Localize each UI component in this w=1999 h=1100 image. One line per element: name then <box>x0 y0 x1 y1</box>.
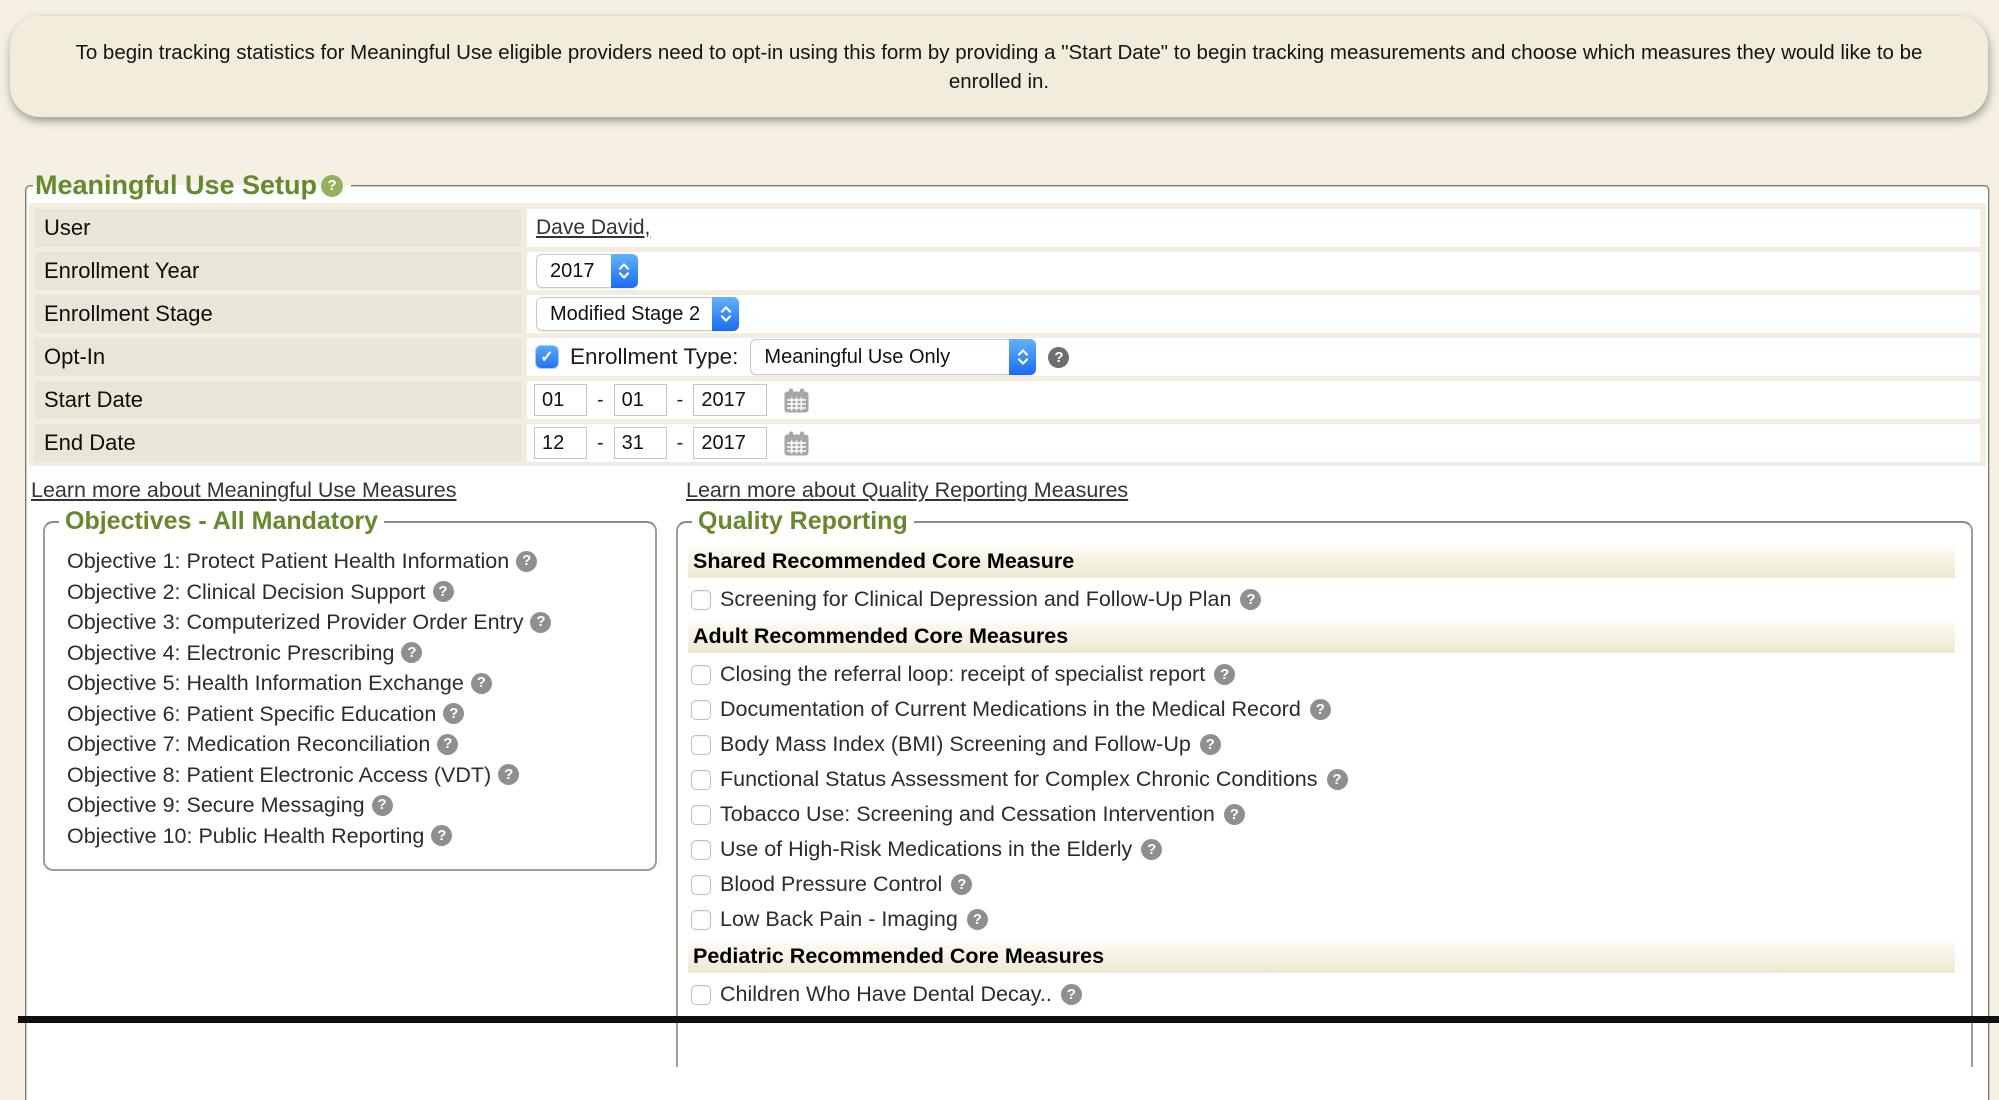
quality-group-header: Shared Recommended Core Measure <box>688 546 1955 578</box>
measure-help-icon[interactable] <box>1200 734 1221 755</box>
objective-item: Objective 8: Patient Electronic Access (… <box>67 760 645 791</box>
quality-measure-item: Screening for Clinical Depression and Fo… <box>691 586 1955 613</box>
objectives-legend: Objectives - All Mandatory <box>59 507 384 536</box>
quality-measure-item: Use of High-Risk Medications in the Elde… <box>691 836 1955 863</box>
objective-item: Objective 9: Secure Messaging <box>67 790 645 821</box>
enrollment-type-select[interactable]: Meaningful Use Only <box>750 339 1036 375</box>
measure-checkbox[interactable] <box>691 700 711 720</box>
row-end-date: End Date - - <box>35 424 1980 462</box>
objective-item: Objective 3: Computerized Provider Order… <box>67 607 645 638</box>
objective-help-icon[interactable] <box>471 673 492 694</box>
quality-measure-item: Functional Status Assessment for Complex… <box>691 766 1955 793</box>
measure-checkbox[interactable] <box>691 875 711 895</box>
quality-measure-item: Closing the referral loop: receipt of sp… <box>691 661 1955 688</box>
row-user: User Dave David, <box>35 209 1980 247</box>
meaningful-use-setup-section: Meaningful Use Setup User Dave David, En… <box>25 170 1990 1100</box>
end-month-input[interactable] <box>534 427 587 459</box>
quality-measure-item: Tobacco Use: Screening and Cessation Int… <box>691 801 1955 828</box>
quality-group-header: Adult Recommended Core Measures <box>688 621 1955 653</box>
section-help-icon[interactable] <box>321 175 343 197</box>
start-year-input[interactable] <box>693 384 767 416</box>
quality-measure-item: Children Who Have Dental Decay.. <box>691 981 1955 1008</box>
learn-more-qr-link[interactable]: Learn more about Quality Reporting Measu… <box>686 478 1128 502</box>
objective-help-icon[interactable] <box>433 581 454 602</box>
measure-checkbox[interactable] <box>691 985 711 1005</box>
objective-help-icon[interactable] <box>530 612 551 633</box>
measure-checkbox[interactable] <box>691 770 711 790</box>
quality-group-header: Pediatric Recommended Core Measures <box>688 941 1955 973</box>
objective-item: Objective 6: Patient Specific Education <box>67 699 645 730</box>
start-month-input[interactable] <box>534 384 587 416</box>
row-label: User <box>35 209 521 247</box>
objective-help-icon[interactable] <box>498 764 519 785</box>
calendar-icon[interactable] <box>783 430 810 457</box>
objective-help-icon[interactable] <box>401 642 422 663</box>
measure-checkbox[interactable] <box>691 805 711 825</box>
objective-help-icon[interactable] <box>516 551 537 572</box>
select-stepper-icon <box>1009 339 1036 375</box>
measure-checkbox[interactable] <box>691 590 711 610</box>
measure-help-icon[interactable] <box>1214 664 1235 685</box>
row-opt-in: Opt-In Enrollment Type: Meaningful Use O… <box>35 338 1980 376</box>
enrollment-stage-select[interactable]: Modified Stage 2 <box>536 297 739 331</box>
instruction-text: To begin tracking statistics for Meaning… <box>65 38 1933 96</box>
section-legend: Meaningful Use Setup <box>33 170 351 201</box>
calendar-icon[interactable] <box>783 387 810 414</box>
row-enrollment-year: Enrollment Year 2017 <box>35 252 1980 290</box>
learn-more-row: Learn more about Meaningful Use Measures… <box>29 478 1986 503</box>
objectives-section: Objectives - All Mandatory Objective 1: … <box>43 507 657 871</box>
objective-help-icon[interactable] <box>443 703 464 724</box>
objective-help-icon[interactable] <box>437 734 458 755</box>
measure-help-icon[interactable] <box>1310 699 1331 720</box>
enrollment-type-help-icon[interactable] <box>1048 347 1069 368</box>
quality-measure-item: Low Back Pain - Imaging <box>691 906 1955 933</box>
learn-more-mu-link[interactable]: Learn more about Meaningful Use Measures <box>31 478 456 502</box>
row-label: Enrollment Stage <box>35 295 521 333</box>
measure-checkbox[interactable] <box>691 910 711 930</box>
instruction-banner: To begin tracking statistics for Meaning… <box>10 16 1988 117</box>
measure-help-icon[interactable] <box>1061 984 1082 1005</box>
objective-item: Objective 1: Protect Patient Health Info… <box>67 546 645 577</box>
quality-measure-item: Body Mass Index (BMI) Screening and Foll… <box>691 731 1955 758</box>
measure-help-icon[interactable] <box>1141 839 1162 860</box>
measure-checkbox[interactable] <box>691 735 711 755</box>
measure-checkbox[interactable] <box>691 840 711 860</box>
measure-help-icon[interactable] <box>1224 804 1245 825</box>
measure-help-icon[interactable] <box>967 909 988 930</box>
select-stepper-icon <box>712 297 739 331</box>
window-bottom-edge <box>18 1016 1999 1023</box>
row-label: End Date <box>35 424 521 462</box>
quality-measure-item: Documentation of Current Medications in … <box>691 696 1955 723</box>
measure-help-icon[interactable] <box>1240 589 1261 610</box>
end-day-input[interactable] <box>614 427 667 459</box>
row-start-date: Start Date - - <box>35 381 1980 419</box>
objective-item: Objective 2: Clinical Decision Support <box>67 577 645 608</box>
row-label: Opt-In <box>35 338 521 376</box>
measure-help-icon[interactable] <box>951 874 972 895</box>
objective-item: Objective 4: Electronic Prescribing <box>67 638 645 669</box>
measure-help-icon[interactable] <box>1327 769 1348 790</box>
row-label: Start Date <box>35 381 521 419</box>
quality-legend: Quality Reporting <box>692 507 914 536</box>
measure-checkbox[interactable] <box>691 665 711 685</box>
setup-table: User Dave David, Enrollment Year 2017 En… <box>29 203 1986 466</box>
row-label: Enrollment Year <box>35 252 521 290</box>
select-stepper-icon <box>611 254 638 288</box>
enrollment-year-select[interactable]: 2017 <box>536 254 638 288</box>
quality-reporting-section: Quality Reporting Shared Recommended Cor… <box>676 507 1973 1067</box>
end-year-input[interactable] <box>693 427 767 459</box>
user-link[interactable]: Dave David, <box>536 216 650 240</box>
objective-item: Objective 10: Public Health Reporting <box>67 821 645 852</box>
objective-item: Objective 5: Health Information Exchange <box>67 668 645 699</box>
opt-in-checkbox[interactable] <box>536 346 558 368</box>
row-enrollment-stage: Enrollment Stage Modified Stage 2 <box>35 295 1980 333</box>
section-title: Meaningful Use Setup <box>35 170 317 201</box>
start-day-input[interactable] <box>614 384 667 416</box>
objective-help-icon[interactable] <box>431 825 452 846</box>
enrollment-type-label: Enrollment Type: <box>570 344 738 370</box>
quality-measure-item: Blood Pressure Control <box>691 871 1955 898</box>
objective-item: Objective 7: Medication Reconciliation <box>67 729 645 760</box>
objective-help-icon[interactable] <box>372 795 393 816</box>
